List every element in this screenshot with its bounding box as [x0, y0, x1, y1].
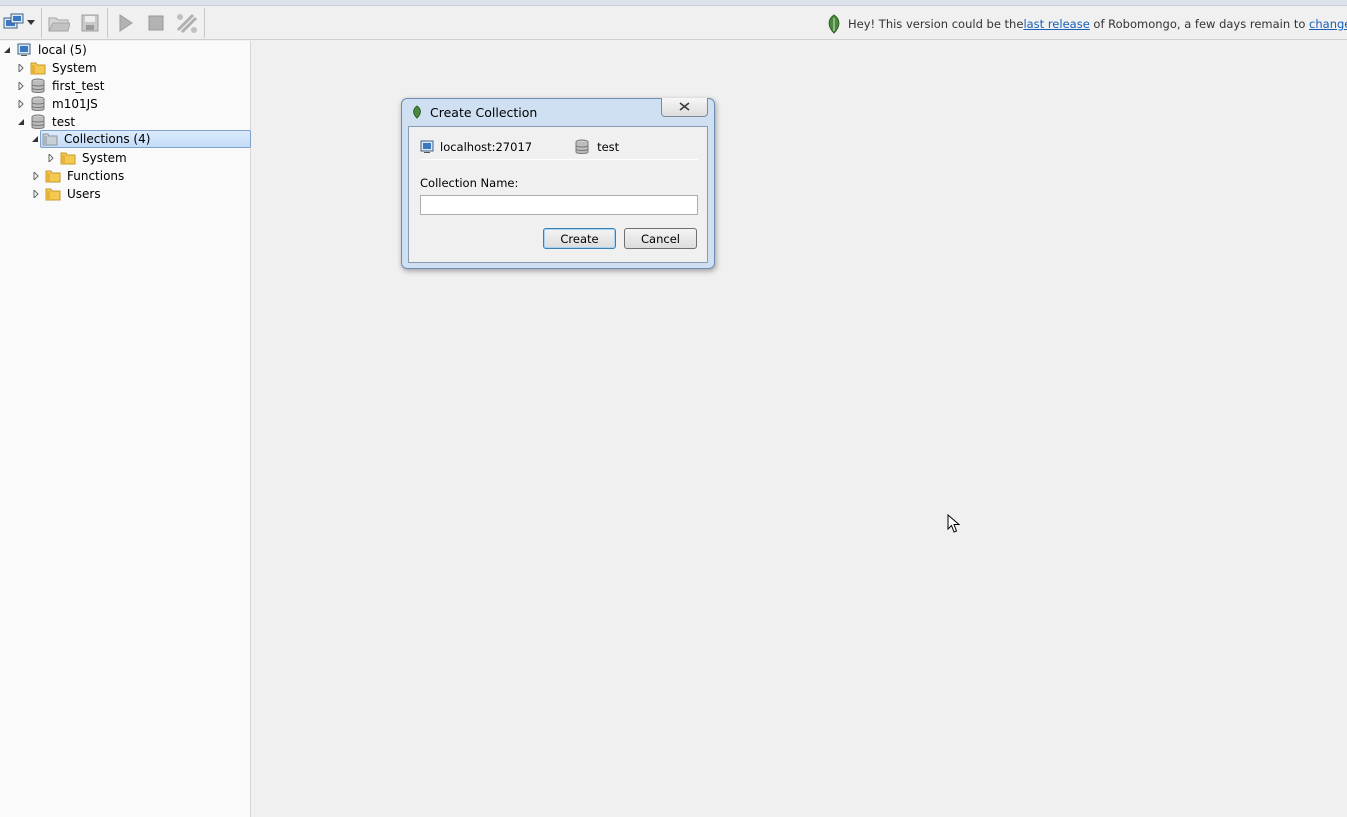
tree-item-label: test	[52, 115, 76, 129]
database-icon	[30, 96, 46, 112]
collection-name-label: Collection Name:	[420, 176, 519, 190]
divider	[420, 159, 698, 160]
database-icon	[575, 139, 589, 155]
robomongo-leaf-icon	[824, 14, 844, 34]
server-icon	[420, 140, 434, 154]
create-button[interactable]: Create	[543, 228, 616, 249]
toolbar-separator	[204, 8, 205, 38]
orientation-icon[interactable]	[173, 9, 201, 37]
change-it-link[interactable]: change it	[1309, 17, 1347, 31]
save-icon[interactable]	[76, 9, 104, 37]
tree-item-label: System	[52, 61, 97, 75]
close-button[interactable]	[661, 98, 708, 117]
collapsed-arrow-icon[interactable]	[31, 171, 41, 181]
collapsed-arrow-icon[interactable]	[46, 153, 56, 163]
dialog-title-bar[interactable]: Create Collection	[410, 103, 537, 121]
collapsed-arrow-icon[interactable]	[16, 81, 26, 91]
close-icon	[679, 100, 690, 114]
main-toolbar: Hey! This version could be the last rele…	[0, 6, 1347, 40]
server-icon	[16, 42, 32, 58]
folder-icon	[45, 168, 61, 184]
toolbar-separator	[107, 8, 108, 38]
tree-item-label: Functions	[67, 169, 125, 183]
collapsed-arrow-icon[interactable]	[16, 63, 26, 73]
tree-item-label: Users	[67, 187, 101, 201]
dialog-body: localhost:27017 test Collection Name: Cr…	[408, 126, 708, 263]
collapsed-arrow-icon[interactable]	[16, 99, 26, 109]
mouse-cursor-icon	[947, 513, 961, 537]
cancel-button[interactable]: Cancel	[624, 228, 697, 249]
tree-item-collections-system[interactable]: System	[46, 149, 127, 167]
dialog-title: Create Collection	[430, 104, 538, 120]
toolbar-separator	[41, 8, 42, 38]
expanded-arrow-icon[interactable]	[2, 45, 12, 55]
create-collection-dialog: Create Collection localhost:27017 test C…	[401, 98, 715, 269]
tree-item-label: System	[82, 151, 127, 165]
tree-item-functions[interactable]: Functions	[31, 167, 124, 185]
database-name: test	[597, 140, 620, 154]
folder-icon	[60, 150, 76, 166]
tree-item-label: Collections (4)	[64, 132, 151, 146]
open-icon[interactable]	[45, 9, 73, 37]
collapsed-arrow-icon[interactable]	[31, 189, 41, 199]
last-release-link[interactable]: last release	[1023, 17, 1089, 31]
collections-folder-icon	[42, 131, 58, 147]
collection-name-input[interactable]	[420, 195, 698, 215]
tree-item-users[interactable]: Users	[31, 185, 101, 203]
tree-item-first-test[interactable]: first_test	[16, 77, 105, 95]
tree-expander-collections[interactable]	[30, 130, 44, 148]
tree-item-m101js[interactable]: m101JS	[16, 95, 98, 113]
stop-icon[interactable]	[142, 9, 170, 37]
tree-item-test[interactable]: test	[16, 113, 75, 131]
tree-item-label: m101JS	[52, 97, 98, 111]
dropdown-arrow-icon[interactable]	[24, 9, 38, 37]
connection-info: localhost:27017 test	[420, 138, 619, 156]
expanded-arrow-icon[interactable]	[16, 117, 26, 127]
update-notice: Hey! This version could be the last rele…	[824, 14, 1347, 34]
folder-icon	[30, 60, 46, 76]
expanded-arrow-icon[interactable]	[30, 134, 40, 144]
database-icon	[30, 114, 46, 130]
tree-item-system[interactable]: System	[16, 59, 97, 77]
tree-item-collections[interactable]: Collections (4)	[40, 130, 251, 148]
tree-item-local[interactable]: local (5)	[2, 41, 87, 59]
execute-icon[interactable]	[111, 9, 139, 37]
notice-prefix: Hey! This version could be the	[848, 17, 1024, 31]
server-address: localhost:27017	[440, 140, 533, 154]
robomongo-leaf-icon	[410, 105, 424, 119]
explorer-tree: local (5) System first_test m101JS test …	[0, 41, 251, 817]
tree-item-label: local (5)	[38, 43, 87, 57]
tree-item-label: first_test	[52, 79, 105, 93]
notice-middle: of Robomongo, a few days remain to	[1089, 17, 1310, 31]
database-icon	[30, 78, 46, 94]
folder-icon	[45, 186, 61, 202]
